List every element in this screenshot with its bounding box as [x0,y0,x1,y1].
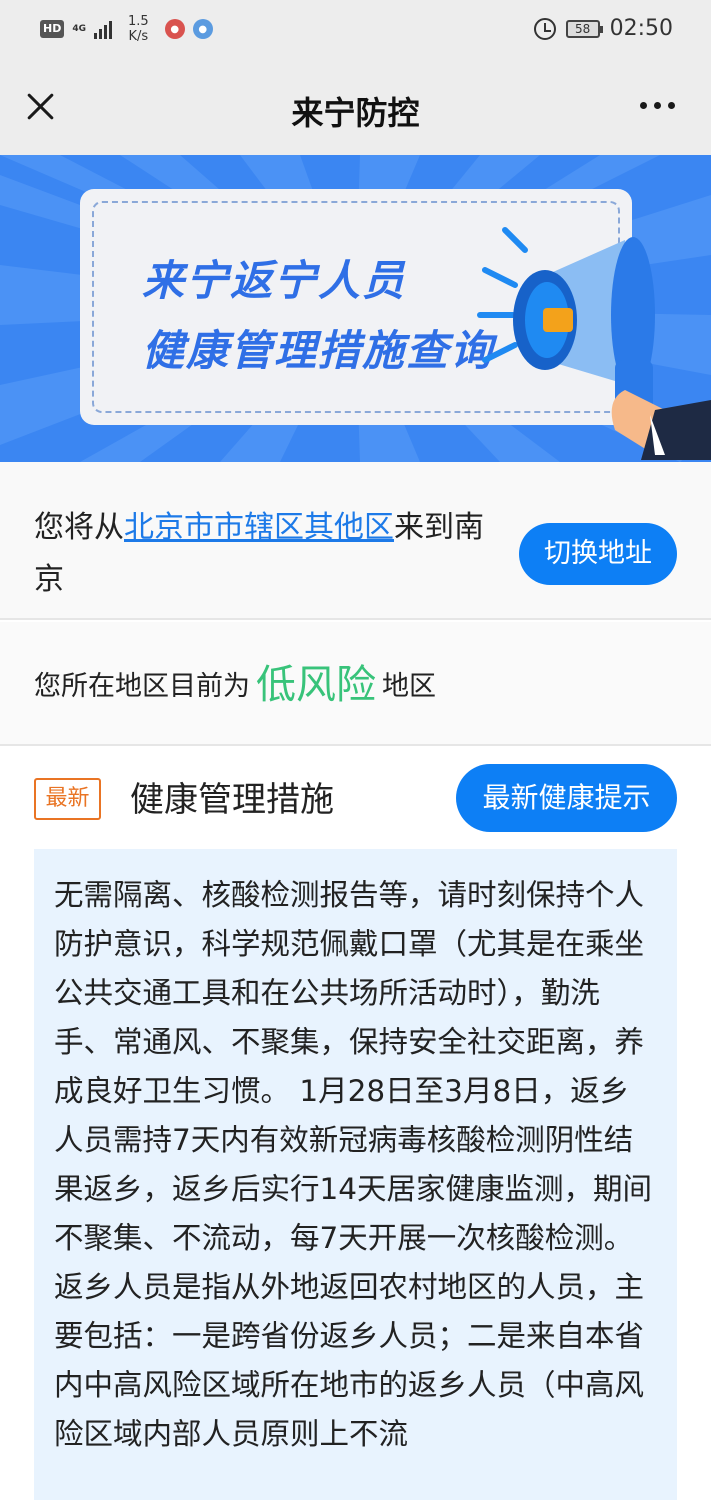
speed-value: 1.5 [128,14,149,29]
status-left: HD 4G 1.5 K/s ● ● [40,14,213,44]
latest-tips-button[interactable]: 最新健康提示 [456,764,677,832]
clock: 02:50 [609,16,673,41]
measures-section: 最新 健康管理措施 最新健康提示 无需隔离、核酸检测报告等，请时刻保持个人防护意… [0,748,711,1500]
banner-subheadline: 健康管理措施查询 [142,326,495,375]
banner-headline: 来宁返宁人员 [142,256,407,305]
risk-level: 低风险 [256,662,376,708]
risk-suffix: 地区 [382,671,436,702]
status-bar: HD 4G 1.5 K/s ● ● 58 02:50 [0,0,711,60]
new-badge: 最新 [34,778,101,820]
measures-title: 健康管理措施 [130,780,334,820]
more-options-icon[interactable] [640,102,675,109]
battery-icon: 58 [565,19,603,38]
notification-app-icon: ● [164,19,185,39]
switch-address-button[interactable]: 切换地址 [519,523,677,585]
risk-line: 您所在地区目前为 低风险 地区 [34,660,436,712]
origin-location-link[interactable]: 北京市市辖区其他区 [124,510,394,545]
speed-unit: K/s [128,29,149,44]
network-speed: 1.5 K/s [128,14,149,44]
measures-body: 无需隔离、核酸检测报告等，请时刻保持个人防护意识，科学规范佩戴口罩（尤其是在乘坐… [34,849,677,1500]
network-type: 4G [72,23,86,34]
origin-text: 您将从北京市市辖区其他区来到南京 [34,502,484,606]
risk-section: 您所在地区目前为 低风险 地区 [0,622,711,746]
title-bar: 来宁防控 [0,60,711,155]
notification-app-icon: ● [192,19,213,39]
alarm-icon [533,17,556,40]
megaphone-icon [477,227,711,460]
page-title: 来宁防控 [291,94,420,132]
status-right: 58 02:50 [533,16,673,41]
signal-icon [94,19,112,39]
banner: 来宁返宁人员 健康管理措施查询 [0,155,711,462]
hd-icon: HD [40,20,65,38]
origin-prefix: 您将从 [34,510,124,545]
risk-prefix: 您所在地区目前为 [34,671,250,702]
